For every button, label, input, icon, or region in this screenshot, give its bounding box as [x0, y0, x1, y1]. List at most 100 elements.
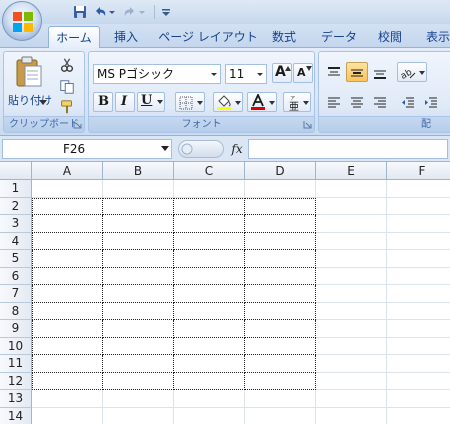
cell-e13[interactable]: [316, 390, 387, 408]
select-all-corner[interactable]: [0, 162, 32, 180]
cell-b4[interactable]: [103, 232, 174, 250]
font-size-combo[interactable]: 11: [225, 64, 267, 84]
cell-b11[interactable]: [103, 355, 174, 373]
cell-a9[interactable]: [32, 320, 103, 338]
cell-f5[interactable]: [387, 250, 450, 268]
tab-data[interactable]: データ: [314, 26, 364, 48]
cell-d8[interactable]: [245, 302, 316, 320]
borders-button[interactable]: [175, 92, 205, 112]
underline-button[interactable]: U: [137, 92, 165, 112]
row-header-12[interactable]: 12: [0, 372, 32, 390]
cell-f2[interactable]: [387, 198, 450, 215]
tab-home[interactable]: ホーム: [48, 26, 100, 49]
cell-d1[interactable]: [245, 180, 316, 198]
column-header-f[interactable]: F: [387, 162, 450, 180]
cell-e4[interactable]: [316, 232, 387, 250]
cut-icon[interactable]: [58, 56, 76, 74]
shrink-font-button[interactable]: A: [293, 63, 313, 83]
cell-f3[interactable]: [387, 215, 450, 233]
paste-icon[interactable]: [14, 56, 44, 88]
font-color-button[interactable]: [247, 92, 277, 112]
phonetic-guide-button[interactable]: ア 亜: [283, 92, 311, 112]
office-button[interactable]: [2, 1, 42, 41]
align-left-button[interactable]: [323, 92, 345, 112]
redo-icon[interactable]: [122, 4, 138, 20]
row-header-11[interactable]: 11: [0, 355, 32, 373]
row-header-2[interactable]: 2: [0, 197, 32, 215]
undo-icon[interactable]: [92, 4, 108, 20]
row-header-13[interactable]: 13: [0, 390, 32, 408]
cell-e8[interactable]: [316, 302, 387, 320]
undo-dropdown-icon[interactable]: [108, 4, 116, 20]
cell-e3[interactable]: [316, 215, 387, 233]
row-header-14[interactable]: 14: [0, 407, 32, 424]
cell-c1[interactable]: [174, 180, 245, 198]
cell-e11[interactable]: [316, 355, 387, 373]
save-icon[interactable]: [72, 4, 88, 20]
row-header-8[interactable]: 8: [0, 302, 32, 320]
column-header-e[interactable]: E: [316, 162, 387, 180]
column-header-b[interactable]: B: [103, 162, 174, 180]
cell-e10[interactable]: [316, 337, 387, 355]
tab-formulas[interactable]: 数式: [262, 26, 306, 48]
cell-d12[interactable]: [245, 372, 316, 390]
cell-e7[interactable]: [316, 285, 387, 303]
align-top-button[interactable]: [323, 62, 345, 82]
cell-d14[interactable]: [245, 407, 316, 424]
fill-color-button[interactable]: [213, 92, 243, 112]
cell-b7[interactable]: [103, 285, 174, 303]
cell-a8[interactable]: [32, 302, 103, 320]
align-right-button[interactable]: [369, 92, 391, 112]
italic-button[interactable]: I: [115, 92, 135, 112]
cell-d7[interactable]: [245, 285, 316, 303]
cell-d11[interactable]: [245, 355, 316, 373]
cell-a2[interactable]: [32, 197, 103, 215]
cell-c9[interactable]: [174, 320, 245, 338]
row-header-5[interactable]: 5: [0, 250, 32, 268]
cell-c10[interactable]: [174, 337, 245, 355]
cell-c13[interactable]: [174, 390, 245, 408]
cell-d13[interactable]: [245, 390, 316, 408]
clipboard-dialog-launcher-icon[interactable]: [73, 120, 82, 129]
cell-a11[interactable]: [32, 355, 103, 373]
column-header-a[interactable]: A: [32, 162, 103, 180]
row-header-1[interactable]: 1: [0, 180, 32, 198]
cell-b6[interactable]: [103, 267, 174, 285]
cell-b3[interactable]: [103, 215, 174, 233]
cell-f14[interactable]: [387, 408, 450, 424]
cell-f12[interactable]: [387, 373, 450, 390]
customize-qat-icon[interactable]: [160, 4, 172, 20]
paste-dropdown-icon[interactable]: [39, 100, 47, 106]
cell-a1[interactable]: [32, 180, 103, 198]
cell-c4[interactable]: [174, 232, 245, 250]
cell-a7[interactable]: [32, 285, 103, 303]
cell-b12[interactable]: [103, 372, 174, 390]
align-bottom-button[interactable]: [369, 62, 391, 82]
cell-b5[interactable]: [103, 250, 174, 268]
tab-view[interactable]: 表示: [418, 26, 450, 48]
column-header-c[interactable]: C: [174, 162, 245, 180]
cell-e12[interactable]: [316, 372, 387, 390]
format-painter-icon[interactable]: [58, 98, 76, 116]
cell-b8[interactable]: [103, 302, 174, 320]
insert-function-button[interactable]: fx: [228, 139, 246, 159]
cell-f6[interactable]: [387, 268, 450, 285]
cell-d6[interactable]: [245, 267, 316, 285]
cell-c5[interactable]: [174, 250, 245, 268]
cell-b1[interactable]: [103, 180, 174, 198]
cell-a5[interactable]: [32, 250, 103, 268]
cell-c3[interactable]: [174, 215, 245, 233]
cell-a3[interactable]: [32, 215, 103, 233]
copy-icon[interactable]: [58, 78, 76, 96]
row-header-6[interactable]: 6: [0, 267, 32, 285]
row-header-10[interactable]: 10: [0, 337, 32, 355]
cell-f4[interactable]: [387, 233, 450, 250]
cell-e1[interactable]: [316, 180, 387, 198]
cell-e5[interactable]: [316, 250, 387, 268]
cell-c8[interactable]: [174, 302, 245, 320]
increase-indent-button[interactable]: [420, 92, 442, 112]
cell-a13[interactable]: [32, 390, 103, 408]
formula-splitter[interactable]: [178, 140, 224, 158]
cell-a12[interactable]: [32, 372, 103, 390]
cell-c14[interactable]: [174, 407, 245, 424]
